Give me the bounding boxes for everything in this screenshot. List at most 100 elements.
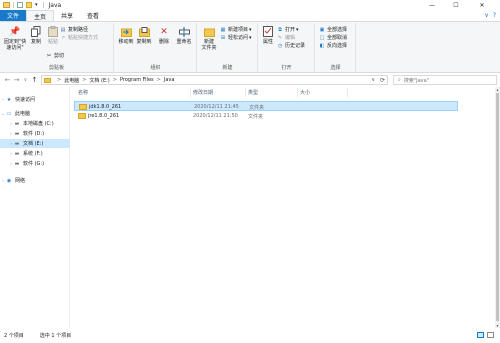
address-bar-row: ← → ∨ ↑ > 此电脑 > 文档 (E:) > Program Files …: [0, 73, 500, 87]
computer-icon: ▭: [6, 110, 12, 117]
details-view-icon[interactable]: [477, 332, 484, 338]
nav-drive-c[interactable]: › ▬ 本地磁盘 (C:): [0, 119, 70, 128]
easy-access-button[interactable]: ⊞ 轻松访问 ▾: [220, 34, 252, 42]
organize-group: 移动到 复制到 ✕ 删除 重命名 组织: [115, 23, 197, 72]
forward-button[interactable]: →: [12, 76, 21, 84]
open-group: 属性 ⧉ 打开 ▾ ✎ 编辑 ◷ 历史记录 打开: [259, 23, 315, 72]
file-modified: 2020/12/11 21:45: [194, 104, 239, 110]
large-icons-view-icon[interactable]: [487, 332, 494, 338]
column-header-name[interactable]: 名称: [76, 88, 191, 97]
maximize-button[interactable]: ☐: [446, 0, 466, 10]
select-none-icon: □: [319, 34, 325, 41]
breadcrumb-drive-e[interactable]: 文档 (E:): [89, 77, 109, 84]
cut-label: 剪切: [54, 53, 65, 59]
new-folder-quick-icon[interactable]: [26, 2, 32, 8]
search-icon: ⌕: [398, 77, 401, 83]
folder-icon: [3, 2, 10, 8]
back-button[interactable]: ←: [3, 76, 12, 84]
tab-share[interactable]: 共享: [54, 10, 80, 21]
paste-shortcut-label: 粘贴快捷方式: [68, 35, 99, 41]
edit-label: 编辑: [285, 35, 296, 41]
history-icon: ◷: [277, 42, 283, 49]
easy-access-label: 轻松访问: [228, 35, 249, 41]
file-type: 文件夹: [248, 114, 264, 120]
select-none-button[interactable]: □ 全部取消: [319, 34, 347, 42]
pin-quick-access-button[interactable]: 📌 固定到"快 速访问": [3, 26, 27, 51]
navigation-pane: › ★ 快速访问 ⌄ ▭ 此电脑 › ▬ 本地磁盘 (C:) › ▬ 软件 (D…: [0, 87, 70, 328]
open-button[interactable]: ⧉ 打开 ▾: [277, 26, 298, 34]
column-header-type[interactable]: 类型: [246, 88, 298, 97]
collapse-ribbon-icon[interactable]: ∨: [484, 12, 488, 19]
clipboard-icon: [48, 26, 59, 37]
move-to-button[interactable]: 移动到: [117, 26, 135, 45]
edit-button[interactable]: ✎ 编辑: [277, 34, 296, 42]
history-button[interactable]: ◷ 历史记录: [277, 42, 305, 50]
drive-icon: ▬: [14, 120, 20, 127]
new-folder-button[interactable]: 新建 文件夹: [200, 26, 218, 51]
separator: [42, 2, 44, 8]
rename-button[interactable]: 重命名: [174, 26, 194, 45]
search-box[interactable]: ⌕ 搜索"Java": [393, 75, 497, 85]
close-button[interactable]: ✕: [472, 0, 492, 10]
address-field[interactable]: > 此电脑 > 文档 (E:) > Program Files > Java ∨…: [41, 75, 388, 85]
nav-drive-d[interactable]: › ▬ 软件 (D:): [0, 129, 70, 138]
invert-selection-button[interactable]: ◧ 反向选择: [319, 42, 347, 50]
separator: [13, 2, 14, 8]
nav-quick-access[interactable]: › ★ 快速访问: [0, 95, 70, 104]
copy-path-button[interactable]: ▤ 复制路径: [60, 26, 88, 34]
nav-label: 软件 (G:): [23, 161, 45, 167]
refresh-icon[interactable]: ⟳: [380, 77, 385, 84]
nav-label: 网络: [15, 178, 26, 184]
tab-file[interactable]: 文件: [0, 10, 27, 21]
nav-drive-g[interactable]: › ▬ 软件 (G:): [0, 159, 70, 168]
network-icon: ◉: [6, 177, 12, 184]
drive-icon: ▬: [14, 130, 20, 137]
tab-home[interactable]: 主页: [26, 10, 55, 21]
nav-label: 系统 (F:): [23, 151, 43, 157]
paste-shortcut-button[interactable]: ↗ 粘贴快捷方式: [60, 34, 99, 42]
clipboard-group-label: 剪贴板: [48, 65, 64, 71]
help-icon[interactable]: ?: [493, 12, 496, 19]
nav-label: 文档 (E:): [23, 141, 44, 147]
cut-button[interactable]: ✂ 剪切: [46, 52, 65, 60]
file-row[interactable]: jre1.8.0_261 2020/12/11 21:50 文件夹: [74, 111, 458, 121]
nav-drive-f[interactable]: › ▬ 系统 (F:): [0, 149, 70, 158]
select-all-button[interactable]: ▣ 全部选择: [319, 26, 347, 34]
minimize-button[interactable]: —: [422, 0, 442, 10]
delete-button[interactable]: ✕ 删除: [157, 26, 171, 45]
up-button[interactable]: ↑: [30, 76, 39, 84]
nav-drive-e[interactable]: › ▬ 文档 (E:): [0, 139, 70, 148]
column-header-size[interactable]: 大小: [298, 88, 348, 97]
nav-label: 快速访问: [15, 97, 36, 103]
breadcrumb-this-pc[interactable]: 此电脑: [64, 77, 79, 84]
properties-quick-icon[interactable]: [17, 2, 23, 8]
select-group-label: 选择: [330, 65, 341, 71]
copy-to-button[interactable]: 复制到: [135, 26, 153, 45]
new-item-button[interactable]: ▦ 新建项目 ▾: [220, 26, 252, 34]
copy-button[interactable]: 复制: [29, 26, 43, 45]
properties-button[interactable]: 属性: [261, 26, 275, 45]
search-placeholder: 搜索"Java": [403, 77, 429, 84]
nav-network[interactable]: › ◉ 网络: [0, 176, 70, 185]
open-group-label: 打开: [281, 65, 292, 71]
new-group-label: 新建: [222, 65, 233, 71]
breadcrumb-program-files[interactable]: Program Files: [120, 77, 154, 83]
vertical-scrollbar[interactable]: ▴ ▾: [495, 87, 500, 328]
move-to-label: 移动到: [118, 39, 134, 45]
file-name: jdk1.8.0_261: [89, 104, 122, 110]
file-row[interactable]: jdk1.8.0_261 2020/12/11 21:45 文件夹: [74, 101, 458, 111]
column-header-modified[interactable]: 修改日期: [191, 88, 246, 97]
scroll-up-icon[interactable]: ▴: [495, 87, 500, 92]
paste-button[interactable]: 粘贴: [46, 26, 60, 45]
scroll-thumb[interactable]: [496, 93, 499, 321]
tab-view[interactable]: 查看: [80, 10, 106, 21]
address-dropdown-icon[interactable]: ∨: [371, 77, 375, 83]
folder-icon: [79, 104, 87, 110]
ribbon: 📌 固定到"快 速访问" 复制 粘贴 ▤ 复制路径 ↗ 粘贴快捷方式 ✂ 剪切: [0, 21, 500, 73]
properties-check-icon: [263, 26, 274, 37]
nav-this-pc[interactable]: ⌄ ▭ 此电脑: [0, 109, 70, 118]
customize-toolbar-chevron-icon[interactable]: ▾: [35, 2, 38, 8]
recent-locations-button[interactable]: ∨: [21, 77, 30, 83]
title-bar: ▾ Java — ☐ ✕: [0, 0, 500, 10]
breadcrumb-java[interactable]: Java: [164, 77, 175, 83]
